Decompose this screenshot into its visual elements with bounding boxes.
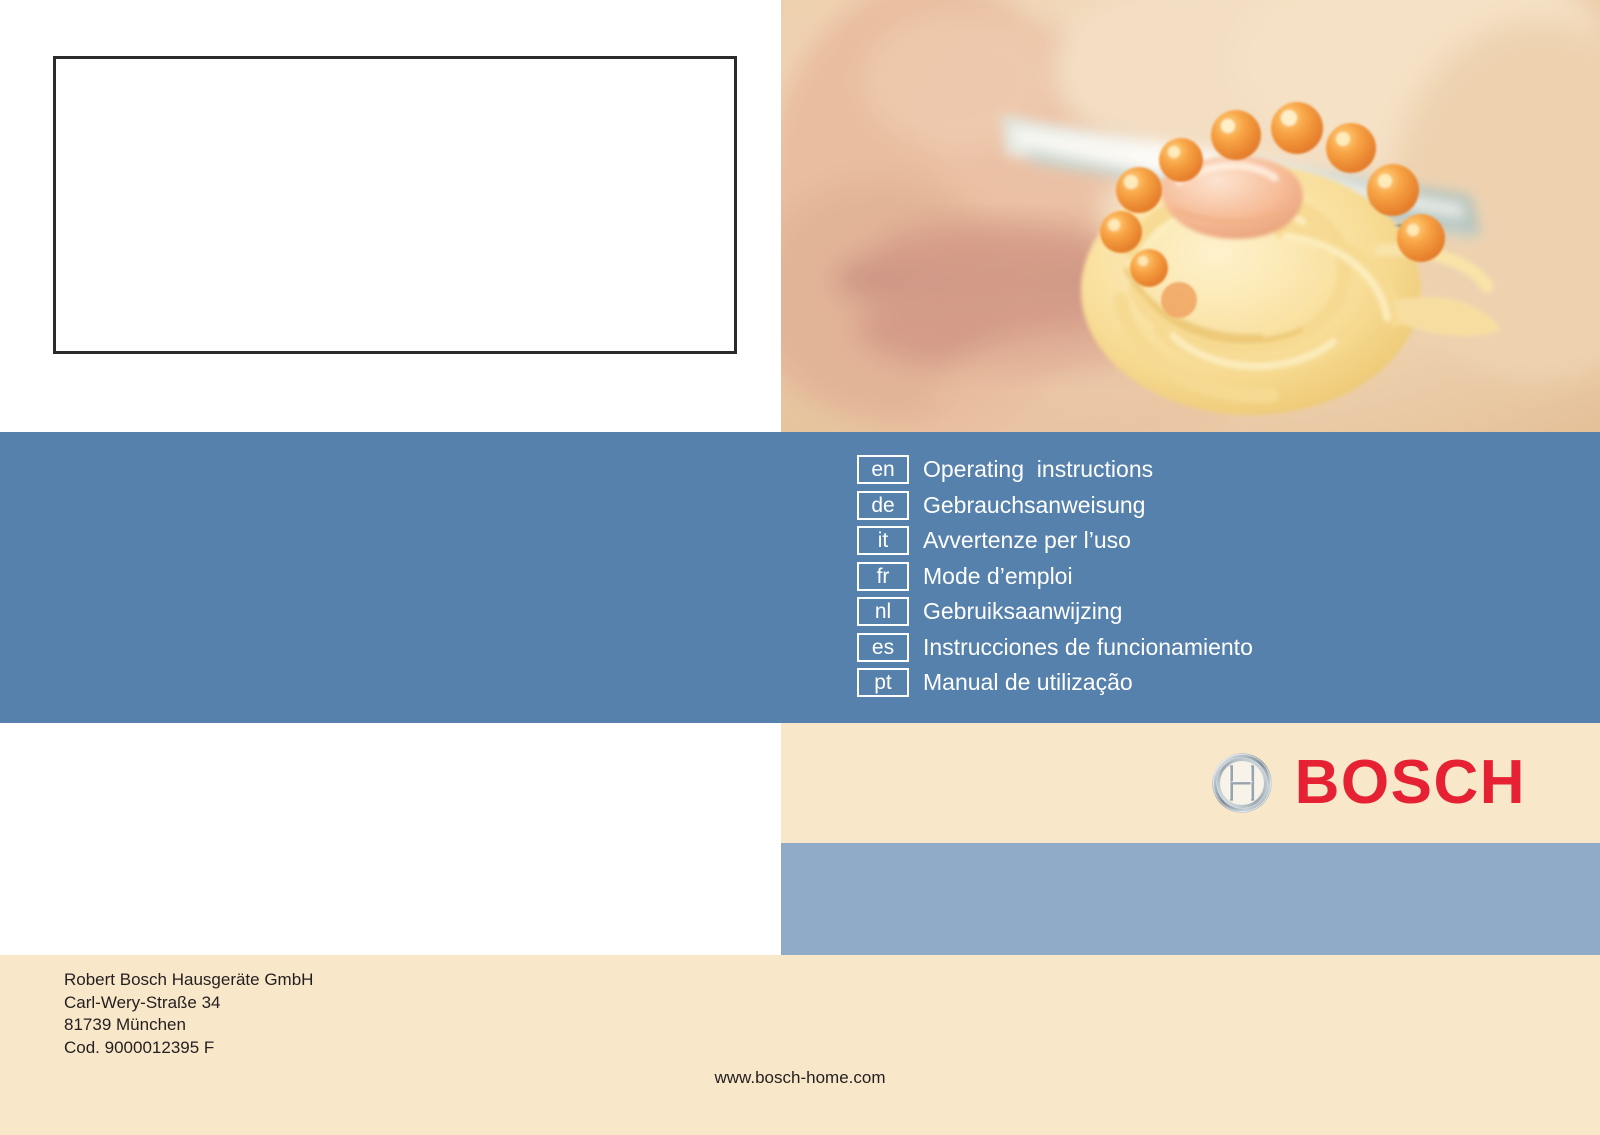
language-code-de: de [857,490,909,520]
language-code-fr: fr [857,561,909,591]
language-code-nl: nl [857,597,909,627]
manual-cover-page: en Operating instructions de Gebrauchsan… [0,0,1600,1135]
language-label-it: Avvertenze per l’uso [923,527,1131,554]
language-row-it[interactable]: it Avvertenze per l’uso [857,523,1557,559]
bosch-logo: BOSCH [1211,733,1526,833]
language-label-en: Operating instructions [923,456,1154,483]
language-row-nl[interactable]: nl Gebruiksaanwijzing [857,594,1557,630]
address-line-company: Robert Bosch Hausgeräte GmbH [64,970,314,989]
address-line-street: Carl-Wery-Straße 34 [64,992,221,1012]
language-list: en Operating instructions de Gebrauchsan… [857,452,1557,701]
website-url[interactable]: www.bosch-home.com [0,1068,1600,1088]
address-line-city: 81739 München [64,1015,186,1034]
bosch-wordmark: BOSCH [1294,748,1526,817]
language-code-pt: pt [857,668,909,698]
cover-photo [781,0,1600,432]
language-row-fr[interactable]: fr Mode d’emploi [857,559,1557,595]
model-label-box [53,56,737,354]
language-row-es[interactable]: es Instrucciones de funcionamiento [857,630,1557,666]
language-code-es: es [857,632,909,662]
language-label-de: Gebrauchsanweisung [923,491,1146,518]
language-label-nl: Gebruiksaanwijzing [923,598,1123,625]
language-row-en[interactable]: en Operating instructions [857,452,1557,488]
language-label-pt: Manual de utilização [923,669,1133,696]
address-line-code: Cod. 9000012395 F [64,1037,215,1057]
language-code-it: it [857,526,909,556]
bosch-armature-icon [1211,753,1272,813]
language-label-fr: Mode d’emploi [923,562,1073,589]
company-address: Robert Bosch Hausgeräte GmbH Carl-Wery-S… [64,969,313,1059]
accent-band [781,843,1600,955]
pasta-fork-photo [781,0,1600,432]
language-row-de[interactable]: de Gebrauchsanweisung [857,488,1557,524]
language-row-pt[interactable]: pt Manual de utilização [857,665,1557,701]
language-code-en: en [857,455,909,485]
language-label-es: Instrucciones de funcionamiento [923,633,1253,660]
